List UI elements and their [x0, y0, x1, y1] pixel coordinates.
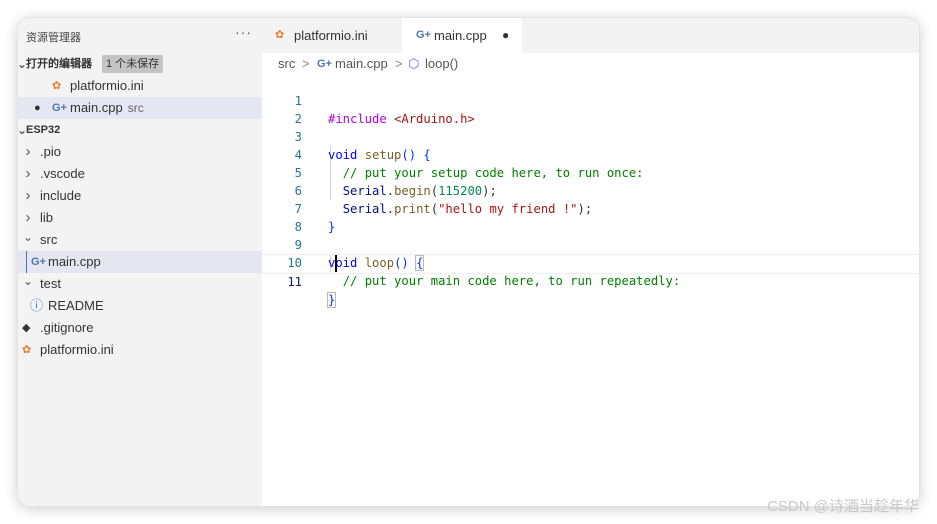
tree-label: include [40, 188, 82, 203]
open-editor-item-platformio[interactable]: ✿ platformio.ini [18, 75, 262, 97]
code-line: 9 void loop() { [262, 218, 919, 271]
tree-label: platformio.ini [40, 342, 114, 357]
chevron-down-icon: ⌄ [22, 230, 34, 244]
explorer-title: 资源管理器 [26, 32, 81, 44]
tree-file-main-cpp[interactable]: G+ main.cpp [18, 251, 262, 273]
code-line: 1 #include <Arduino.h> [262, 74, 919, 126]
tree-folder-pio[interactable]: › .pio [18, 141, 262, 163]
watermark: CSDN @诗酒当趁年华 [767, 498, 919, 515]
code-comment: // put your main code here, to run repea… [342, 274, 681, 288]
editor-area: ✿ platformio.ini G+ main.cpp ● src > G+ … [262, 18, 919, 506]
breadcrumb: src > G+ main.cpp > ⬡ loop() [262, 54, 919, 74]
more-actions-icon[interactable]: ··· [235, 24, 252, 40]
tree-label: .vscode [40, 166, 85, 181]
vscode-window: 资源管理器 ··· ⌄ 打开的编辑器 1 个未保存 ✿ platformio.i… [18, 18, 919, 506]
open-editors-section[interactable]: ⌄ 打开的编辑器 1 个未保存 [18, 53, 262, 75]
bracket-match: } [326, 292, 337, 308]
explorer-sidebar: 资源管理器 ··· ⌄ 打开的编辑器 1 个未保存 ✿ platformio.i… [18, 18, 262, 506]
chevron-right-icon: > [395, 56, 403, 71]
chevron-right-icon: > [302, 56, 310, 71]
tab-main-cpp[interactable]: G+ main.cpp ● [402, 18, 522, 53]
unsaved-dot-icon[interactable]: ● [502, 18, 509, 53]
tree-folder-src[interactable]: ⌄ src [18, 229, 262, 251]
tree-label: main.cpp [48, 254, 101, 269]
tree-file-gitignore[interactable]: ◆ .gitignore [18, 317, 262, 339]
platformio-icon: ✿ [52, 80, 62, 92]
explorer-header: 资源管理器 ··· [26, 24, 252, 45]
code-line: 10 // put your main code here, to run re… [262, 236, 919, 288]
tree-folder-lib[interactable]: › lib [18, 207, 262, 229]
tree-folder-test[interactable]: ⌄ test [18, 273, 262, 295]
chevron-down-icon: ⌄ [22, 274, 34, 288]
tab-bar: ✿ platformio.ini G+ main.cpp ● [262, 18, 919, 53]
platformio-icon: ✿ [22, 344, 32, 356]
code-line: 5 Serial.begin(115200); [262, 146, 919, 198]
text-cursor [335, 255, 337, 272]
tree-file-platformio[interactable]: ✿ platformio.ini [18, 339, 262, 361]
workspace-section[interactable]: ⌄ ESP32 [18, 119, 262, 141]
breadcrumb-file[interactable]: main.cpp [335, 54, 388, 74]
open-editors-label: 打开的编辑器 [26, 58, 92, 70]
code-editor[interactable]: 1 #include <Arduino.h> 2 3 void setup() … [262, 74, 919, 506]
tab-label: platformio.ini [294, 28, 368, 43]
unsaved-badge: 1 个未保存 [102, 55, 164, 74]
tree-folder-include[interactable]: › include [18, 185, 262, 207]
breadcrumb-symbol[interactable]: loop() [425, 54, 458, 74]
current-line: 11 } [262, 254, 919, 308]
unsaved-dot-icon[interactable]: ● [34, 97, 41, 119]
code-line: 8 [262, 200, 919, 234]
tree-folder-vscode[interactable]: › .vscode [18, 163, 262, 185]
tab-platformio-ini[interactable]: ✿ platformio.ini [262, 18, 400, 53]
tab-label: main.cpp [434, 28, 487, 43]
platformio-icon: ✿ [275, 29, 285, 41]
code-line: 6 Serial.print("hello my friend !"); [262, 164, 919, 216]
open-editor-label: main.cpp src [70, 100, 144, 115]
code-line: 3 void setup() { [262, 110, 919, 162]
breadcrumb-folder[interactable]: src [278, 54, 295, 74]
info-icon: ⓘ [30, 298, 44, 313]
chevron-right-icon: › [25, 165, 31, 182]
code-line: 4 // put your setup code here, to run on… [262, 128, 919, 180]
cpp-icon: G+ [416, 29, 431, 41]
tree-label: lib [40, 210, 54, 225]
git-icon: ◆ [22, 322, 31, 334]
open-editor-label: platformio.ini [70, 78, 144, 93]
chevron-right-icon: › [25, 187, 31, 204]
line-number: 11 [287, 275, 302, 289]
workspace-label: ESP32 [26, 124, 61, 136]
cpp-icon: G+ [52, 102, 67, 114]
tree-label: test [40, 276, 61, 291]
open-editor-desc: src [127, 101, 144, 115]
cube-icon: ⬡ [408, 56, 420, 71]
open-editor-item-main-cpp[interactable]: ● G+ main.cpp src [18, 97, 262, 119]
tree-label: .pio [40, 144, 61, 159]
tree-label: README [48, 298, 104, 313]
tree-label: .gitignore [40, 320, 94, 335]
tree-file-readme[interactable]: ⓘ README [18, 295, 262, 317]
code-line: 7 } [262, 182, 919, 234]
cpp-icon: G+ [317, 58, 332, 70]
code-line: 2 [262, 92, 919, 126]
chevron-right-icon: › [25, 143, 31, 160]
tree-label: src [40, 232, 58, 247]
